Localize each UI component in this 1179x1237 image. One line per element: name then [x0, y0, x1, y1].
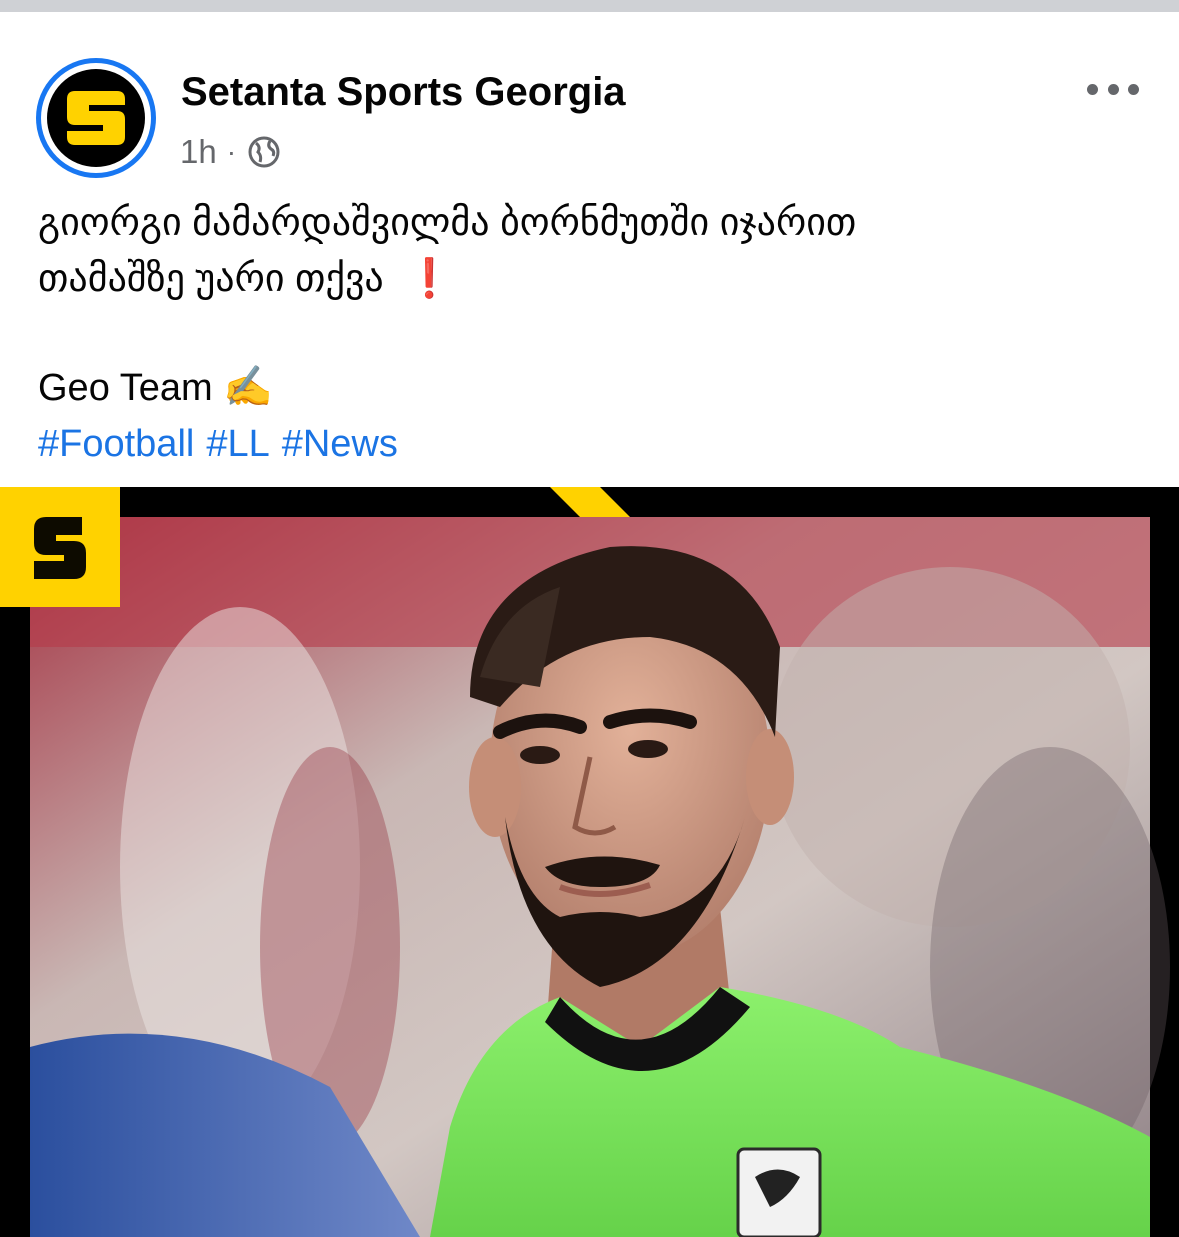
post-time[interactable]: 1h [180, 133, 217, 171]
hashtags: #Football #LL #News [38, 416, 1148, 472]
post-meta: 1h · [180, 132, 282, 172]
page-name[interactable]: Setanta Sports Georgia [181, 70, 626, 115]
hashtag-football[interactable]: #Football [38, 423, 194, 465]
hashtag-news[interactable]: #News [282, 423, 398, 465]
post-text-line-2: თამაშზე უარი თქვა ❗ [38, 251, 1148, 307]
hashtag-ll[interactable]: #LL [206, 423, 269, 465]
more-horizontal-icon [1087, 83, 1098, 95]
author-line: Geo Team ✍️ [38, 359, 1148, 416]
page-avatar[interactable] [36, 58, 156, 178]
globe-icon [246, 134, 282, 170]
more-options-button[interactable] [1087, 76, 1139, 102]
post-image[interactable] [0, 487, 1179, 1237]
feed-divider [0, 0, 1179, 12]
exclamation-icon: ❗ [405, 258, 454, 300]
writing-hand-icon: ✍️ [223, 365, 273, 409]
post-header: Setanta Sports Georgia 1h · [0, 12, 1179, 182]
meta-separator: · [226, 136, 237, 167]
player-photo [0, 487, 1179, 1237]
post-text-line-2-text: თამაშზე უარი თქვა [38, 258, 384, 300]
author-name: Geo Team [38, 367, 213, 409]
setanta-logo-icon [47, 69, 145, 167]
post-text-line-1: გიორგი მამარდაშვილმა ბორნმუთში იჯარით [38, 202, 857, 244]
post-body: გიორგი მამარდაშვილმა ბორნმუთში იჯარით თა… [38, 195, 1148, 472]
